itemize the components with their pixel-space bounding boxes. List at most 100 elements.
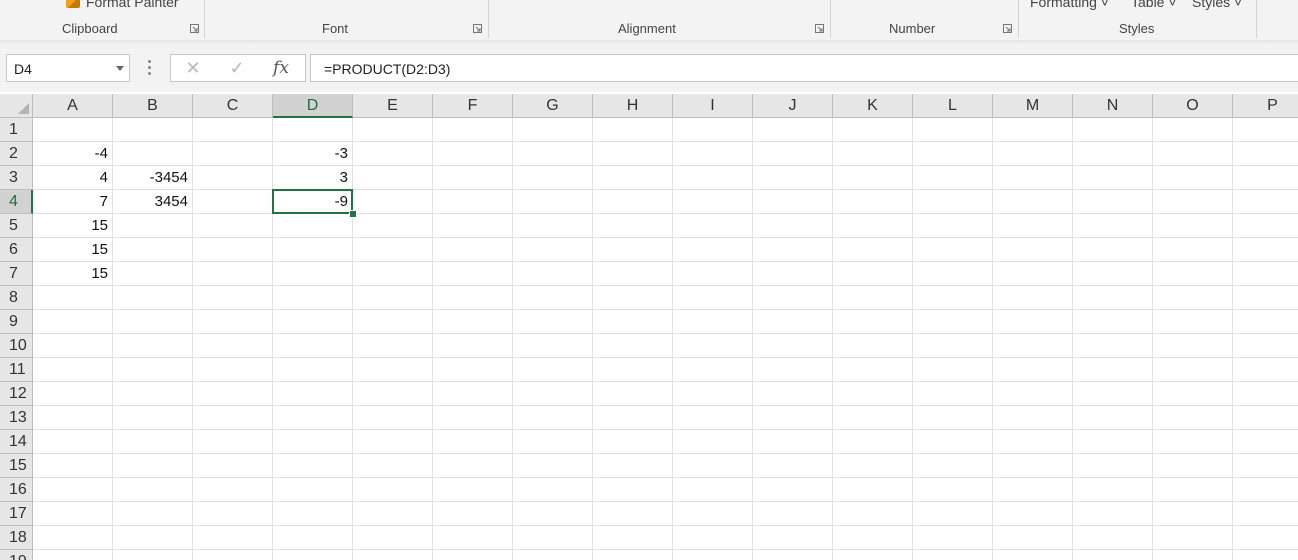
cell-l1[interactable] xyxy=(913,118,993,142)
cell-c7[interactable] xyxy=(193,262,273,286)
cell-m19[interactable] xyxy=(993,550,1073,560)
cell-k8[interactable] xyxy=(833,286,913,310)
cell-j5[interactable] xyxy=(753,214,833,238)
cell-m17[interactable] xyxy=(993,502,1073,526)
cell-i14[interactable] xyxy=(673,430,753,454)
cell-h2[interactable] xyxy=(593,142,673,166)
cell-m11[interactable] xyxy=(993,358,1073,382)
cell-g8[interactable] xyxy=(513,286,593,310)
cell-j10[interactable] xyxy=(753,334,833,358)
cell-e18[interactable] xyxy=(353,526,433,550)
cell-d16[interactable] xyxy=(273,478,353,502)
cell-c19[interactable] xyxy=(193,550,273,560)
cell-i6[interactable] xyxy=(673,238,753,262)
cell-b14[interactable] xyxy=(113,430,193,454)
cell-k12[interactable] xyxy=(833,382,913,406)
row-header-12[interactable]: 12 xyxy=(0,382,33,406)
cell-a9[interactable] xyxy=(33,310,113,334)
row-header-5[interactable]: 5 xyxy=(0,214,33,238)
cell-b18[interactable] xyxy=(113,526,193,550)
chevron-down-icon[interactable] xyxy=(116,66,124,71)
cell-a8[interactable] xyxy=(33,286,113,310)
cell-a16[interactable] xyxy=(33,478,113,502)
cell-h7[interactable] xyxy=(593,262,673,286)
cell-k6[interactable] xyxy=(833,238,913,262)
row-header-7[interactable]: 7 xyxy=(0,262,33,286)
cell-h14[interactable] xyxy=(593,430,673,454)
cell-j9[interactable] xyxy=(753,310,833,334)
column-header-d[interactable]: D xyxy=(273,94,353,118)
cell-d17[interactable] xyxy=(273,502,353,526)
cell-k1[interactable] xyxy=(833,118,913,142)
cell-n19[interactable] xyxy=(1073,550,1153,560)
cell-b4[interactable]: 3454 xyxy=(113,190,193,214)
cell-n1[interactable] xyxy=(1073,118,1153,142)
cell-b10[interactable] xyxy=(113,334,193,358)
cell-d11[interactable] xyxy=(273,358,353,382)
column-header-h[interactable]: H xyxy=(593,94,673,118)
cell-k17[interactable] xyxy=(833,502,913,526)
column-header-n[interactable]: N xyxy=(1073,94,1153,118)
cell-k11[interactable] xyxy=(833,358,913,382)
column-header-g[interactable]: G xyxy=(513,94,593,118)
column-header-b[interactable]: B xyxy=(113,94,193,118)
cell-e5[interactable] xyxy=(353,214,433,238)
cell-o10[interactable] xyxy=(1153,334,1233,358)
cell-h1[interactable] xyxy=(593,118,673,142)
cell-l6[interactable] xyxy=(913,238,993,262)
clipboard-launcher-icon[interactable] xyxy=(190,24,199,33)
cell-i17[interactable] xyxy=(673,502,753,526)
cell-d12[interactable] xyxy=(273,382,353,406)
cell-e1[interactable] xyxy=(353,118,433,142)
cell-g10[interactable] xyxy=(513,334,593,358)
cell-n8[interactable] xyxy=(1073,286,1153,310)
cell-c14[interactable] xyxy=(193,430,273,454)
cell-i2[interactable] xyxy=(673,142,753,166)
cell-l4[interactable] xyxy=(913,190,993,214)
row-header-19[interactable]: 19 xyxy=(0,550,33,560)
cell-h15[interactable] xyxy=(593,454,673,478)
cell-g16[interactable] xyxy=(513,478,593,502)
cell-p8[interactable] xyxy=(1233,286,1298,310)
cell-e17[interactable] xyxy=(353,502,433,526)
cell-k14[interactable] xyxy=(833,430,913,454)
cell-h13[interactable] xyxy=(593,406,673,430)
cell-f1[interactable] xyxy=(433,118,513,142)
cell-j19[interactable] xyxy=(753,550,833,560)
cell-c3[interactable] xyxy=(193,166,273,190)
cell-f16[interactable] xyxy=(433,478,513,502)
cell-p10[interactable] xyxy=(1233,334,1298,358)
cell-l11[interactable] xyxy=(913,358,993,382)
cell-p19[interactable] xyxy=(1233,550,1298,560)
cell-f14[interactable] xyxy=(433,430,513,454)
cell-a1[interactable] xyxy=(33,118,113,142)
format-as-table-button[interactable]: Table ˅ xyxy=(1131,0,1177,10)
cell-o18[interactable] xyxy=(1153,526,1233,550)
cell-c2[interactable] xyxy=(193,142,273,166)
cell-p11[interactable] xyxy=(1233,358,1298,382)
row-header-16[interactable]: 16 xyxy=(0,478,33,502)
cell-m8[interactable] xyxy=(993,286,1073,310)
cell-h4[interactable] xyxy=(593,190,673,214)
column-header-o[interactable]: O xyxy=(1153,94,1233,118)
cell-d6[interactable] xyxy=(273,238,353,262)
cell-a18[interactable] xyxy=(33,526,113,550)
cell-f4[interactable] xyxy=(433,190,513,214)
cell-f6[interactable] xyxy=(433,238,513,262)
column-header-e[interactable]: E xyxy=(353,94,433,118)
cell-p13[interactable] xyxy=(1233,406,1298,430)
cell-i5[interactable] xyxy=(673,214,753,238)
cell-k19[interactable] xyxy=(833,550,913,560)
row-header-3[interactable]: 3 xyxy=(0,166,33,190)
cell-m10[interactable] xyxy=(993,334,1073,358)
column-header-m[interactable]: M xyxy=(993,94,1073,118)
cell-a7[interactable]: 15 xyxy=(33,262,113,286)
cell-n18[interactable] xyxy=(1073,526,1153,550)
cell-g19[interactable] xyxy=(513,550,593,560)
cell-p9[interactable] xyxy=(1233,310,1298,334)
cell-b6[interactable] xyxy=(113,238,193,262)
column-header-l[interactable]: L xyxy=(913,94,993,118)
name-box[interactable]: D4 xyxy=(6,54,130,82)
cell-d7[interactable] xyxy=(273,262,353,286)
cell-e10[interactable] xyxy=(353,334,433,358)
